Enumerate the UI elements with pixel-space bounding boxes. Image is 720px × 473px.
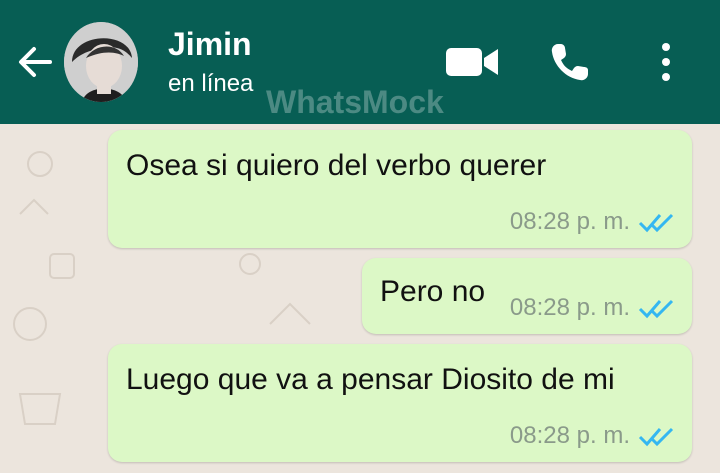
- phone-icon[interactable]: [548, 40, 592, 84]
- contact-name[interactable]: Jimin: [168, 26, 252, 62]
- message-bubble-2[interactable]: Pero no 08:28 p. m.: [362, 258, 692, 334]
- watermark-text: WhatsMock: [266, 84, 444, 120]
- message-text: Pero no: [380, 275, 486, 308]
- message-time: 08:28 p. m.: [509, 422, 630, 449]
- message-meta: 08:28 p. m.: [510, 294, 676, 322]
- message-meta: 08:28 p. m.: [510, 208, 676, 236]
- more-vert-icon[interactable]: [656, 40, 676, 84]
- back-arrow-icon[interactable]: [14, 42, 54, 82]
- message-bubble-3[interactable]: Luego que va a pensar Diosito de mi 08:2…: [108, 344, 692, 462]
- chat-header: Jimin en línea WhatsMock: [0, 0, 720, 124]
- double-check-read-icon: [638, 299, 674, 319]
- message-text: Luego que va a pensar Diosito de mi: [126, 363, 615, 396]
- double-check-read-icon: [638, 213, 674, 233]
- video-call-icon[interactable]: [444, 44, 500, 80]
- message-bubble-1[interactable]: Osea si quiero del verbo querer 08:28 p.…: [108, 130, 692, 248]
- message-time: 08:28 p. m.: [509, 294, 630, 321]
- double-check-read-icon: [638, 427, 674, 447]
- chat-area: Osea si quiero del verbo querer 08:28 p.…: [0, 124, 720, 473]
- message-time: 08:28 p. m.: [509, 208, 630, 235]
- contact-status: en línea: [168, 70, 254, 97]
- avatar[interactable]: [64, 22, 138, 102]
- message-text: Osea si quiero del verbo querer: [126, 149, 547, 182]
- message-meta: 08:28 p. m.: [510, 422, 676, 450]
